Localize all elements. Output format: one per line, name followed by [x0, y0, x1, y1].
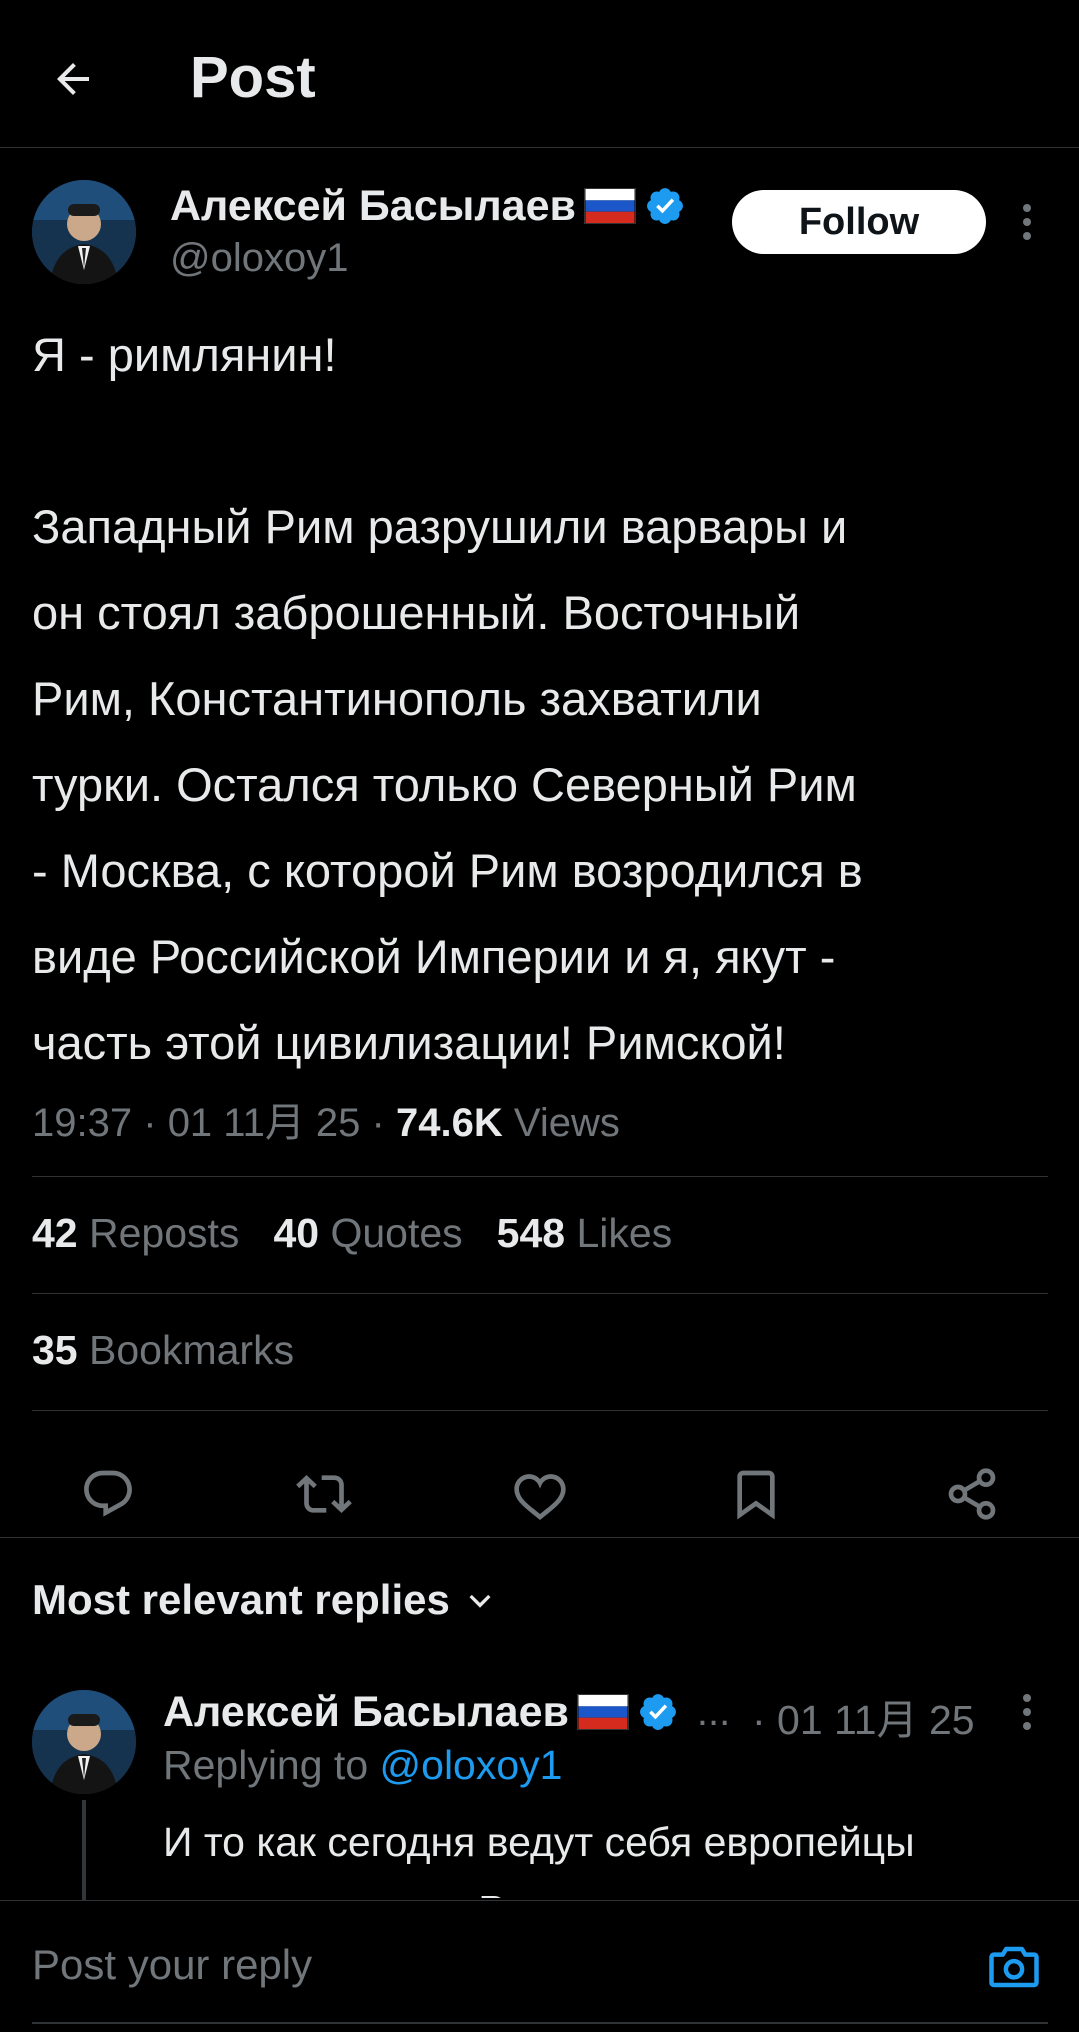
share-icon — [948, 1468, 996, 1520]
post-date: 01 11月 25 — [167, 1101, 361, 1145]
reply-composer — [0, 1900, 1079, 2032]
bookmarks-stat[interactable]: 35 Bookmarks — [32, 1327, 294, 1374]
reply-author-name[interactable]: Алексей Басылаев — [163, 1688, 569, 1737]
verified-badge-icon — [646, 188, 683, 224]
reposts-count: 42 — [32, 1210, 78, 1256]
post-time: 19:37 — [32, 1101, 133, 1145]
reply-author-avatar[interactable] — [32, 1690, 136, 1794]
reply-author-row: Алексей Басылаев ... — [163, 1684, 730, 1740]
divider — [32, 1176, 1048, 1177]
quotes-label: Quotes — [330, 1210, 463, 1256]
post-page: Post Алексей Басылаев @oloxoy1 Follow Я … — [0, 0, 1079, 2032]
reply-input[interactable] — [32, 1941, 932, 1989]
views-count: 74.6K — [396, 1101, 503, 1145]
views-label: Views — [513, 1101, 620, 1145]
verified-badge-icon — [639, 1694, 676, 1730]
avatar-image — [32, 180, 136, 284]
repost-button[interactable] — [292, 1462, 356, 1526]
reply-more-button[interactable] — [1007, 1682, 1047, 1742]
likes-stat[interactable]: 548 Likes — [497, 1210, 673, 1257]
name-truncation: ... — [696, 1689, 731, 1734]
author-handle[interactable]: @oloxoy1 — [170, 236, 348, 281]
follow-button[interactable]: Follow — [732, 190, 986, 254]
replying-to: Replying to @oloxoy1 — [163, 1742, 562, 1789]
back-button[interactable] — [40, 46, 106, 112]
like-button[interactable] — [508, 1462, 572, 1526]
top-bar: Post — [0, 0, 1079, 148]
author-name-row: Алексей Басылаев — [170, 178, 686, 234]
quotes-count: 40 — [273, 1210, 320, 1256]
camera-icon — [989, 1946, 1039, 1988]
replying-handle[interactable]: @oloxoy1 — [380, 1742, 563, 1788]
bookmarks-label: Bookmarks — [89, 1327, 295, 1373]
chevron-down-icon — [469, 1594, 491, 1608]
divider — [32, 1410, 1048, 1411]
bookmark-icon — [737, 1470, 775, 1520]
reply-text[interactable]: И то как сегодня ведут себя европейцы по… — [163, 1808, 1043, 1898]
russia-flag-icon — [583, 188, 636, 224]
reply-button[interactable] — [76, 1462, 140, 1526]
replies-section-title: Most relevant replies — [32, 1576, 450, 1623]
meta-separator: · — [371, 1101, 385, 1145]
likes-label: Likes — [576, 1210, 673, 1256]
bookmarks-count: 35 — [32, 1327, 78, 1373]
reposts-label: Reposts — [89, 1210, 240, 1256]
meta-separator: · — [143, 1101, 157, 1145]
divider — [0, 1537, 1079, 1538]
post-actions — [0, 1440, 1079, 1548]
post-meta: 19:37 · 01 11月 25 · 74.6K Views — [32, 1090, 620, 1148]
reply-icon — [84, 1470, 132, 1517]
author-name[interactable]: Алексей Басылаев — [170, 182, 576, 231]
more-vertical-icon — [1023, 204, 1031, 240]
russia-flag-icon — [576, 1694, 629, 1730]
bookmark-button[interactable] — [724, 1462, 788, 1526]
post-text: Я - римлянин! Западный Рим разрушили вар… — [32, 328, 863, 1069]
share-button[interactable] — [940, 1462, 1004, 1526]
likes-count: 548 — [496, 1210, 566, 1256]
repost-icon — [296, 1475, 352, 1513]
like-icon — [514, 1474, 566, 1520]
thread-line — [82, 1800, 86, 1900]
quotes-stat[interactable]: 40 Quotes — [273, 1210, 462, 1257]
replies-sort-dropdown[interactable]: Most relevant replies — [32, 1576, 496, 1624]
arrow-left-icon — [57, 63, 89, 95]
camera-button[interactable] — [986, 1939, 1042, 1995]
post-more-button[interactable] — [1007, 192, 1047, 252]
replying-prefix: Replying to — [163, 1742, 380, 1788]
composer-underline — [32, 2022, 1048, 2024]
author-avatar[interactable] — [32, 180, 136, 284]
reposts-stat[interactable]: 42 Reposts — [32, 1210, 239, 1257]
divider — [32, 1293, 1048, 1294]
more-vertical-icon — [1023, 1694, 1031, 1730]
page-title: Post — [190, 45, 316, 110]
engagement-stats: 42 Reposts 40 Quotes 548 Likes — [32, 1210, 672, 1257]
reply-date: · 01 11月 25 — [752, 1697, 975, 1743]
avatar-image — [32, 1690, 136, 1794]
